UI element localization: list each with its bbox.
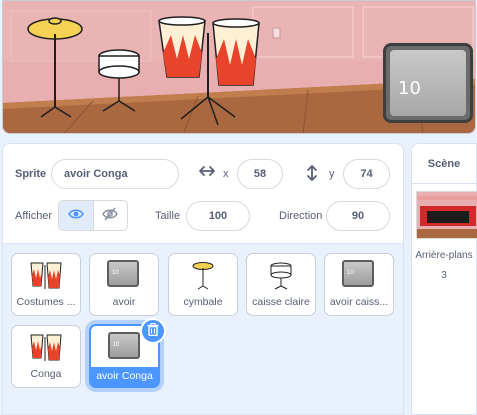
visibility-toggle	[58, 200, 128, 231]
y-input[interactable]: 74	[343, 159, 390, 189]
eye-icon	[67, 208, 84, 223]
sprite-list: Costumes ... 10 avoir cymbale caisse cla…	[2, 244, 404, 415]
snare-thumbnail	[264, 260, 298, 290]
sprite-info-panel: Sprite avoir Conga x 58 y 74 Afficher Ta…	[2, 143, 404, 244]
y-arrows-icon	[306, 164, 318, 185]
sprite-tile[interactable]: caisse claire	[246, 253, 316, 316]
x-label: x	[223, 168, 229, 180]
gray-panel-thumbnail: 10	[107, 332, 142, 362]
sprite-label: Sprite	[15, 168, 47, 180]
sprite-tile-label: cymbale	[183, 296, 223, 308]
delete-sprite-button[interactable]	[140, 318, 166, 344]
direction-label: Direction	[279, 210, 323, 222]
conga-thumbnail	[29, 260, 63, 290]
sprite-tile-label: caisse claire	[252, 296, 310, 308]
sprite-tile-label: Conga	[30, 368, 62, 380]
stage-pane-title: Scène	[412, 144, 476, 184]
sprite-tile-label: avoir caiss...	[329, 296, 389, 308]
x-arrows-icon	[198, 164, 216, 181]
sprite-name-field[interactable]: avoir Conga	[51, 159, 179, 189]
backdrops-label: Arrière-plans	[415, 250, 473, 261]
cymbal-thumbnail	[186, 260, 220, 290]
x-input[interactable]: 58	[237, 159, 283, 189]
hide-button[interactable]	[94, 201, 128, 230]
backdrop-thumbnail	[416, 191, 477, 239]
stage-pane[interactable]: Scène Arrière-plans 3	[411, 143, 477, 415]
gray-panel-thumbnail: 10	[342, 260, 376, 290]
sprite-tile[interactable]: 10 avoir	[89, 253, 159, 316]
backdrops-count: 3	[441, 270, 447, 281]
direction-input[interactable]: 90	[326, 201, 390, 231]
sprite-tile-label: avoir Conga	[91, 367, 158, 386]
trash-icon	[147, 323, 159, 339]
stage[interactable]: 10	[2, 0, 476, 134]
show-label: Afficher	[15, 210, 53, 222]
gray-panel-thumbnail: 10	[107, 260, 141, 290]
readout-value: 10	[398, 78, 421, 99]
sprite-tile[interactable]: cymbale	[168, 253, 238, 316]
sprite-tile[interactable]: Costumes ...	[11, 253, 81, 316]
show-button[interactable]	[59, 201, 94, 230]
size-input[interactable]: 100	[186, 201, 250, 231]
size-label: Taille	[155, 210, 181, 222]
sprite-tile[interactable]: Conga	[11, 325, 81, 388]
sprite-tile-label: avoir	[112, 296, 136, 308]
sprite-tile[interactable]: 10 avoir caiss...	[324, 253, 394, 316]
conga-thumbnail	[29, 332, 63, 362]
eye-slash-icon	[102, 207, 119, 224]
y-label: y	[329, 168, 335, 180]
readout-sprite[interactable]: 10	[383, 43, 473, 123]
sprite-tile-label: Costumes ...	[16, 296, 76, 308]
